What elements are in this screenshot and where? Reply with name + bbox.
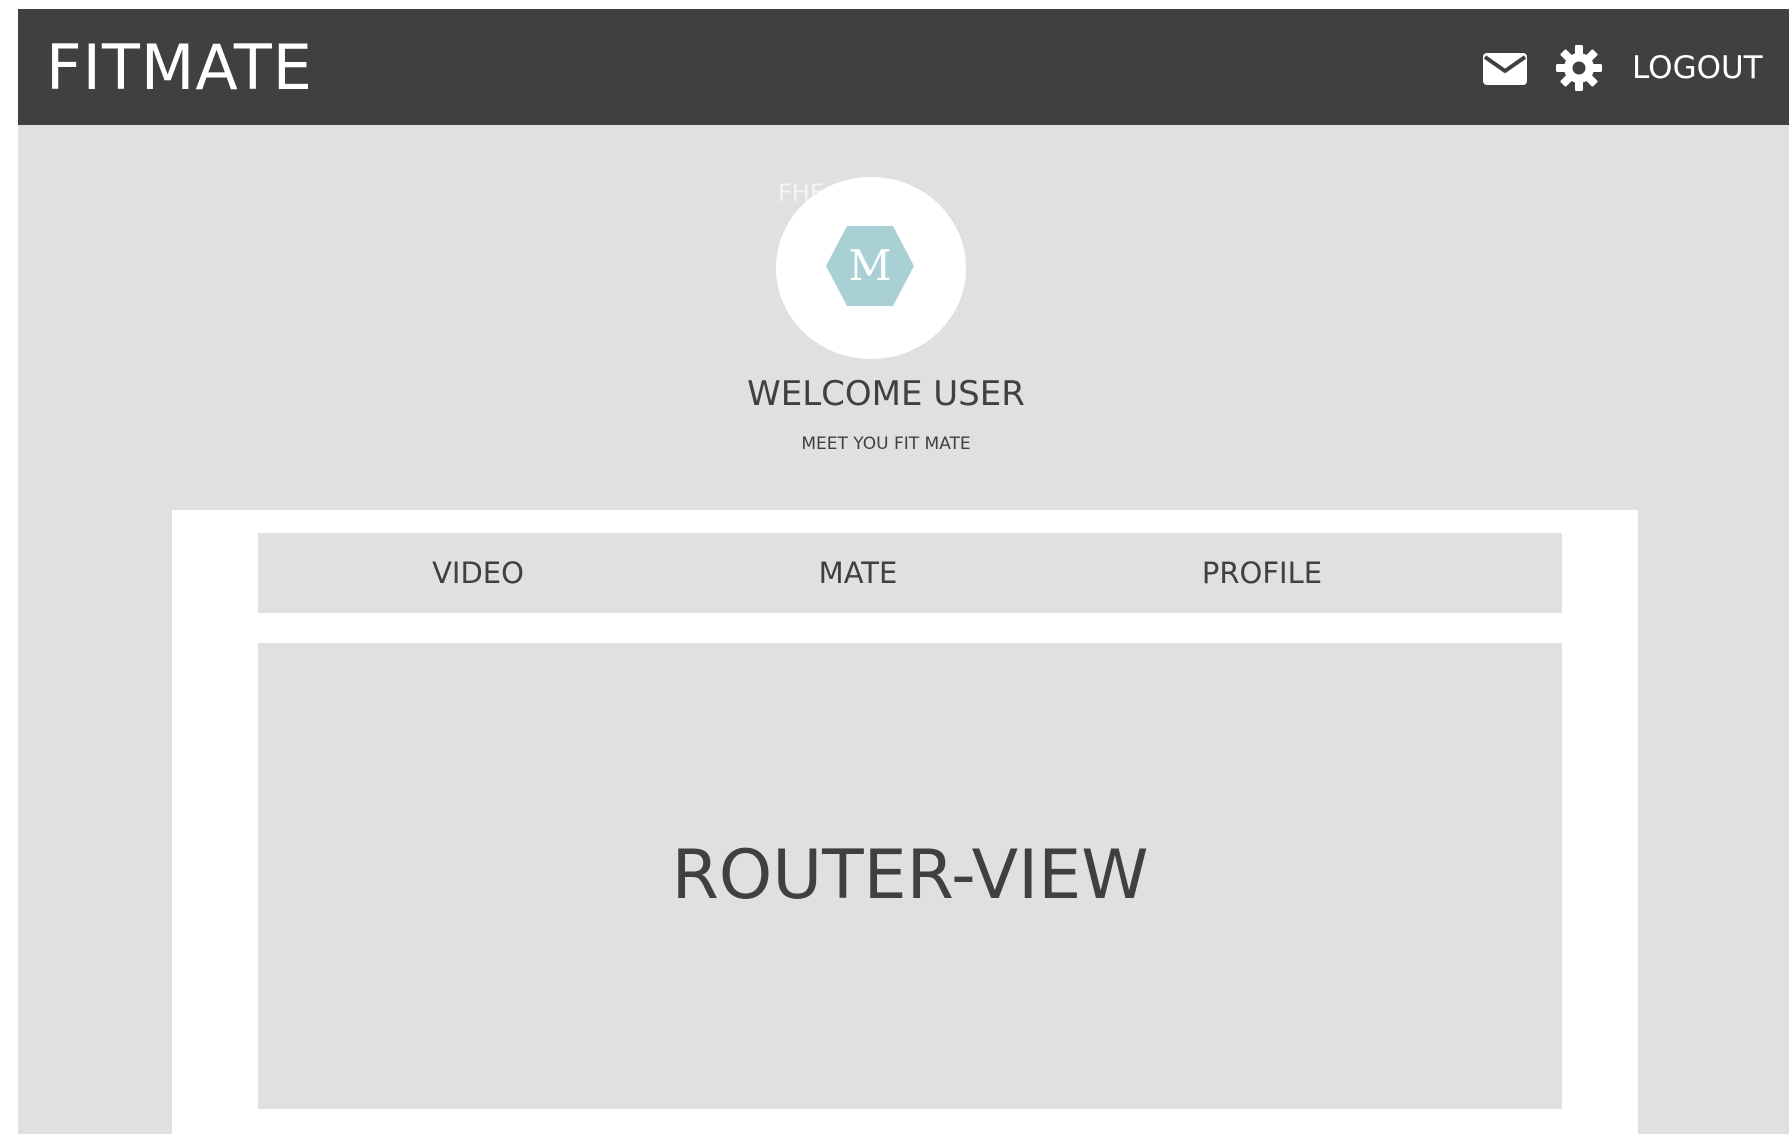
tab-profile[interactable]: PROFILE [1062, 533, 1462, 613]
logout-button[interactable]: LOGOUT [1632, 49, 1763, 87]
gear-icon[interactable] [1555, 44, 1603, 92]
welcome-heading: WELCOME USER [747, 374, 1025, 414]
router-view-placeholder: ROUTER-VIEW [671, 836, 1149, 915]
tagline: MEET YOU FIT MATE [801, 434, 971, 454]
tab-video[interactable]: VIDEO [258, 533, 698, 613]
tab-bar: VIDEO MATE PROFILE [258, 533, 1562, 613]
tab-mate[interactable]: MATE [678, 533, 1038, 613]
top-navbar: FITMATE LOGOUT [18, 9, 1789, 125]
brand-logo[interactable]: FITMATE [46, 33, 313, 103]
main-panel: VIDEO MATE PROFILE ROUTER-VIEW [172, 510, 1638, 1134]
avatar: M [776, 177, 966, 359]
avatar-letter: M [848, 241, 891, 290]
mail-icon[interactable] [1482, 51, 1528, 87]
hexagon-m-logo-icon: M [826, 226, 914, 306]
router-view-area: ROUTER-VIEW [258, 643, 1562, 1109]
app-frame: FITMATE LOGOUT FHE M WELCOME USER MEET Y… [18, 9, 1789, 1134]
